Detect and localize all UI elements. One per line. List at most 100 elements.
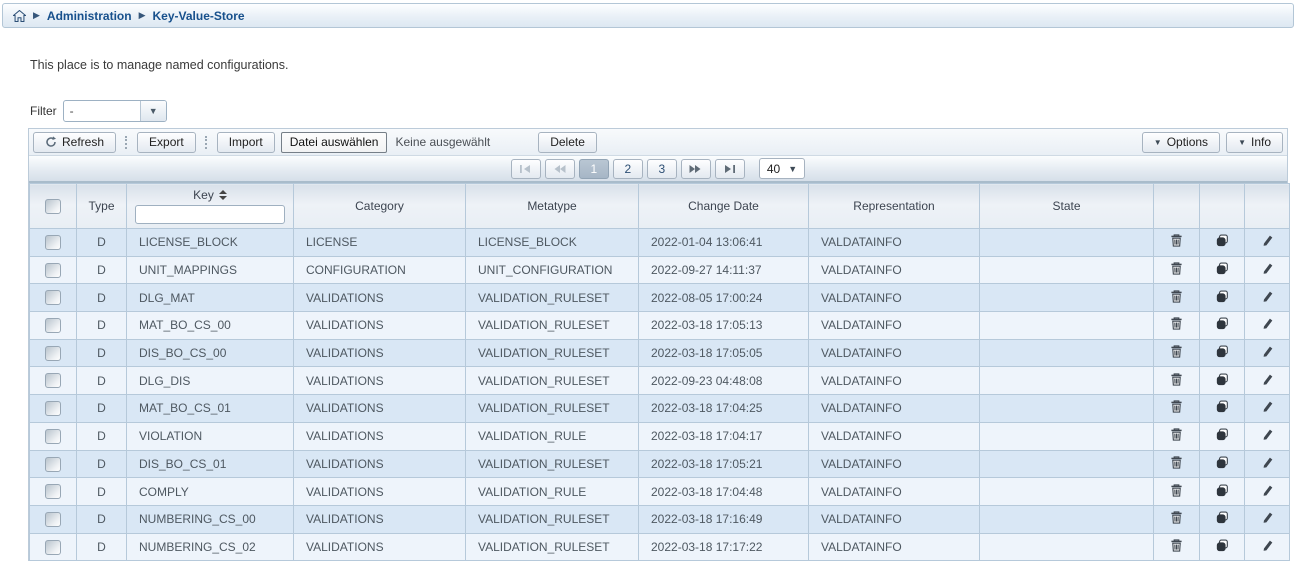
edit-icon[interactable] xyxy=(1261,234,1274,247)
row-checkbox[interactable] xyxy=(45,512,61,527)
info-button-label: Info xyxy=(1251,135,1271,149)
copy-icon[interactable] xyxy=(1216,373,1229,386)
cell-representation: VALDATAINFO xyxy=(809,395,980,423)
row-checkbox[interactable] xyxy=(45,373,61,388)
edit-icon[interactable] xyxy=(1261,317,1274,330)
cell-category: VALIDATIONS xyxy=(294,478,466,506)
edit-icon[interactable] xyxy=(1261,456,1274,469)
delete-action-cell xyxy=(1154,478,1200,506)
copy-icon[interactable] xyxy=(1216,317,1229,330)
cell-state xyxy=(980,312,1154,340)
first-page-button[interactable] xyxy=(511,159,541,179)
copy-icon[interactable] xyxy=(1216,428,1229,441)
delete-icon[interactable] xyxy=(1170,262,1183,275)
edit-icon[interactable] xyxy=(1261,400,1274,413)
row-checkbox[interactable] xyxy=(45,263,61,278)
cell-type: D xyxy=(77,312,127,340)
copy-action-cell xyxy=(1200,339,1245,367)
delete-icon[interactable] xyxy=(1170,400,1183,413)
delete-button[interactable]: Delete xyxy=(538,132,597,153)
row-checkbox[interactable] xyxy=(45,235,61,250)
cell-change-date: 2022-03-18 17:04:17 xyxy=(639,422,809,450)
edit-icon[interactable] xyxy=(1261,539,1274,552)
column-header-key[interactable]: Key xyxy=(127,184,294,229)
cell-type: D xyxy=(77,533,127,561)
key-filter-input[interactable] xyxy=(135,205,285,224)
cell-change-date: 2022-03-18 17:04:25 xyxy=(639,395,809,423)
edit-icon[interactable] xyxy=(1261,345,1274,358)
cell-change-date: 2022-03-18 17:05:13 xyxy=(639,312,809,340)
row-checkbox[interactable] xyxy=(45,290,61,305)
delete-icon[interactable] xyxy=(1170,511,1183,524)
cell-change-date: 2022-03-18 17:16:49 xyxy=(639,505,809,533)
sort-icon[interactable] xyxy=(219,190,227,200)
last-page-button[interactable] xyxy=(715,159,745,179)
edit-icon[interactable] xyxy=(1261,290,1274,303)
column-header-state: State xyxy=(980,184,1154,229)
copy-icon[interactable] xyxy=(1216,456,1229,469)
copy-icon[interactable] xyxy=(1216,262,1229,275)
file-choose-button[interactable]: Datei auswählen xyxy=(281,132,388,153)
column-header-type: Type xyxy=(77,184,127,229)
page-button-2[interactable]: 2 xyxy=(613,159,643,179)
edit-icon[interactable] xyxy=(1261,262,1274,275)
cell-category: VALIDATIONS xyxy=(294,395,466,423)
copy-icon[interactable] xyxy=(1216,484,1229,497)
refresh-icon xyxy=(45,136,57,148)
previous-page-button[interactable] xyxy=(545,159,575,179)
breadcrumb-item-administration[interactable]: Administration xyxy=(47,9,132,23)
cell-key: COMPLY xyxy=(127,478,294,506)
page-button-3[interactable]: 3 xyxy=(647,159,677,179)
refresh-button[interactable]: Refresh xyxy=(33,132,116,153)
delete-icon[interactable] xyxy=(1170,428,1183,441)
row-checkbox[interactable] xyxy=(45,318,61,333)
export-button[interactable]: Export xyxy=(137,132,196,153)
copy-icon[interactable] xyxy=(1216,400,1229,413)
row-checkbox[interactable] xyxy=(45,429,61,444)
breadcrumb-item-key-value-store[interactable]: Key-Value-Store xyxy=(153,9,245,23)
cell-change-date: 2022-08-05 17:00:24 xyxy=(639,284,809,312)
row-checkbox[interactable] xyxy=(45,346,61,361)
delete-icon[interactable] xyxy=(1170,373,1183,386)
edit-icon[interactable] xyxy=(1261,373,1274,386)
cell-key: NUMBERING_CS_00 xyxy=(127,505,294,533)
breadcrumb-separator-icon: ▶ xyxy=(139,11,146,20)
delete-icon[interactable] xyxy=(1170,484,1183,497)
page-button-1[interactable]: 1 xyxy=(579,159,609,179)
copy-icon[interactable] xyxy=(1216,290,1229,303)
filter-dropdown-button[interactable]: ▼ xyxy=(140,101,166,121)
options-button[interactable]: ▼ Options xyxy=(1142,132,1220,153)
home-icon[interactable] xyxy=(13,10,26,22)
delete-icon[interactable] xyxy=(1170,456,1183,469)
delete-icon[interactable] xyxy=(1170,345,1183,358)
import-button[interactable]: Import xyxy=(217,132,275,153)
row-checkbox[interactable] xyxy=(45,457,61,472)
cell-state xyxy=(980,478,1154,506)
copy-action-cell xyxy=(1200,312,1245,340)
delete-icon[interactable] xyxy=(1170,539,1183,552)
copy-icon[interactable] xyxy=(1216,345,1229,358)
delete-action-cell xyxy=(1154,367,1200,395)
filter-dropdown[interactable]: - ▼ xyxy=(63,100,167,122)
copy-icon[interactable] xyxy=(1216,511,1229,524)
row-checkbox[interactable] xyxy=(45,484,61,499)
delete-icon[interactable] xyxy=(1170,290,1183,303)
edit-action-cell xyxy=(1245,229,1290,257)
row-checkbox[interactable] xyxy=(45,540,61,555)
cell-state xyxy=(980,450,1154,478)
edit-icon[interactable] xyxy=(1261,484,1274,497)
delete-icon[interactable] xyxy=(1170,234,1183,247)
table-header-row: Type Key Category Metatype Change Date R… xyxy=(30,184,1290,229)
edit-icon[interactable] xyxy=(1261,428,1274,441)
copy-icon[interactable] xyxy=(1216,234,1229,247)
next-page-button[interactable] xyxy=(681,159,711,179)
cell-metatype: VALIDATION_RULESET xyxy=(466,533,639,561)
row-checkbox[interactable] xyxy=(45,401,61,416)
edit-icon[interactable] xyxy=(1261,511,1274,524)
select-all-checkbox[interactable] xyxy=(45,199,61,214)
page-size-select[interactable]: 40 ▼ xyxy=(759,158,805,179)
copy-icon[interactable] xyxy=(1216,539,1229,552)
delete-icon[interactable] xyxy=(1170,317,1183,330)
info-button[interactable]: ▼ Info xyxy=(1226,132,1283,153)
cell-key: VIOLATION xyxy=(127,422,294,450)
